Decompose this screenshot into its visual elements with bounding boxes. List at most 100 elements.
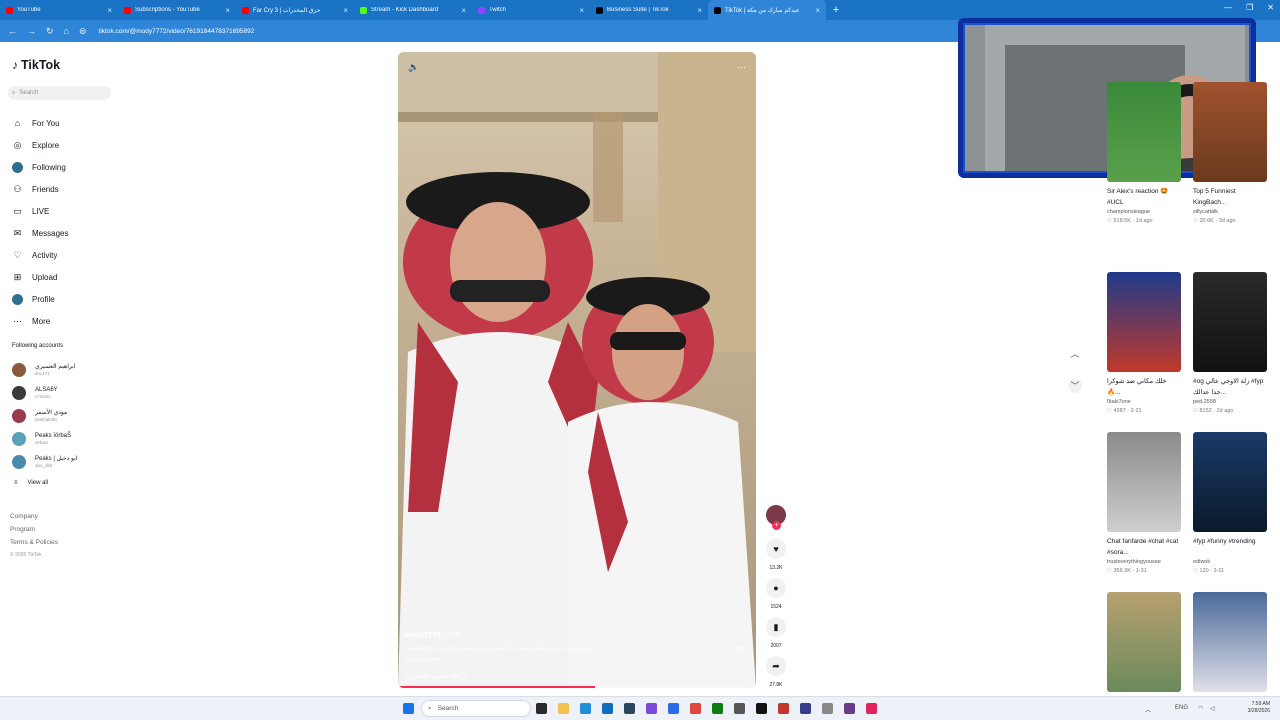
card-author[interactable]: ped.2558 xyxy=(1193,399,1267,405)
store-icon[interactable] xyxy=(602,703,613,714)
tray-chevron-icon[interactable]: ︿ xyxy=(1145,705,1151,714)
taskbar-search[interactable]: ⌕ Search xyxy=(421,700,531,717)
nav-item-friends[interactable]: ⚇ Friends xyxy=(12,178,68,200)
author-name[interactable]: mody7772 xyxy=(404,630,441,639)
card-author[interactable]: trusteverythingyousee xyxy=(1107,559,1181,565)
follow-plus-icon[interactable]: + xyxy=(772,521,781,530)
recommended-video-card[interactable]: Top 5 Funniest KingBach... sillycattalk ♡ … xyxy=(1193,82,1267,224)
video-thumbnail[interactable] xyxy=(1193,432,1267,532)
home-icon[interactable]: ⌂ xyxy=(64,26,69,36)
close-tab-icon[interactable]: × xyxy=(697,6,702,15)
browser-tab[interactable]: Subscriptions - YouTube × xyxy=(118,0,236,20)
recommended-video-card[interactable] xyxy=(1107,592,1181,692)
heart-icon[interactable]: ♥ xyxy=(766,539,786,559)
reload-icon[interactable]: ↻ xyxy=(46,26,54,37)
nav-item-live[interactable]: ▭ LIVE xyxy=(12,200,68,222)
author-avatar[interactable]: + xyxy=(765,504,787,530)
card-title[interactable]: #fyp #funny #trending xyxy=(1193,536,1267,558)
forward-icon[interactable]: → xyxy=(27,26,36,36)
app-icon-1[interactable] xyxy=(646,703,657,714)
comment-icon[interactable]: ● xyxy=(766,578,786,598)
search-input[interactable]: ⌕ Search xyxy=(8,86,111,100)
video-author[interactable]: mody7772 3-20 xyxy=(404,630,749,639)
task-view-icon[interactable] xyxy=(536,703,547,714)
browser-tab[interactable]: Business Suite | TikTok × xyxy=(590,0,708,20)
footer-program-link[interactable]: Program xyxy=(10,523,58,536)
clock[interactable]: 7:59 AM 3/28/2026 xyxy=(1248,701,1270,715)
video-thumbnail[interactable] xyxy=(1193,272,1267,372)
app-icon-7[interactable] xyxy=(844,703,855,714)
close-tab-icon[interactable]: × xyxy=(815,6,820,15)
close-tab-icon[interactable]: × xyxy=(225,6,230,15)
edge-icon[interactable] xyxy=(580,703,591,714)
nav-item-upload[interactable]: ⊞ Upload xyxy=(12,266,68,288)
video-thumbnail[interactable] xyxy=(1193,82,1267,182)
card-author[interactable]: championsleague xyxy=(1107,209,1181,215)
following-account[interactable]: ALSA6Y v7ntnss xyxy=(12,381,77,404)
card-title[interactable]: #og زلة الاوجي عالي #fyp جدا عدالك... xyxy=(1193,376,1267,398)
recommended-video-card[interactable]: خلك مكاني ضد شوكزا 🔥... 0taki7one ♡ 4387 ·… xyxy=(1107,272,1181,414)
following-account[interactable]: ابراهيم العسيري iba.171 xyxy=(12,358,77,381)
following-account[interactable]: مودي الأسمر binkhaled0 xyxy=(12,404,77,427)
windows-start-icon[interactable] xyxy=(403,703,414,714)
nav-item-profile[interactable]: ● Profile xyxy=(12,288,68,310)
app-icon-3[interactable] xyxy=(734,703,745,714)
app-icon-2[interactable] xyxy=(668,703,679,714)
browser-tab[interactable]: YouTube × xyxy=(0,0,118,20)
video-thumbnail[interactable] xyxy=(1193,592,1267,692)
app-icon-6[interactable] xyxy=(822,703,833,714)
close-tab-icon[interactable]: × xyxy=(579,6,584,15)
volume-icon[interactable]: ◁ xyxy=(1210,705,1215,712)
close-window-icon[interactable]: ✕ xyxy=(1267,3,1274,12)
file-explorer-icon[interactable] xyxy=(558,703,569,714)
steam-icon[interactable] xyxy=(624,703,635,714)
video-sound[interactable]: ♫ الصوت الأصلي - zrrt_7 xyxy=(404,673,749,680)
nav-item-more[interactable]: ⋯ More xyxy=(12,310,68,332)
recommended-video-card[interactable]: Chat fanfarde #chat #cat #sora... trustev… xyxy=(1107,432,1181,574)
wifi-icon[interactable]: ◠ xyxy=(1198,705,1203,712)
browser-tab[interactable]: Stream - Kick Dashboard × xyxy=(354,0,472,20)
close-tab-icon[interactable]: × xyxy=(343,6,348,15)
footer-terms-link[interactable]: Terms & Policies xyxy=(10,536,58,549)
minimize-icon[interactable]: — xyxy=(1224,3,1232,12)
nav-item-explore[interactable]: ◎ Explore xyxy=(12,134,68,156)
recommended-video-card[interactable]: Sir Alex's reaction 🤩 #UCL championsleagu… xyxy=(1107,82,1181,224)
like-action[interactable]: ♥ 13.2K xyxy=(764,539,788,575)
card-title[interactable]: خلك مكاني ضد شوكزا 🔥... xyxy=(1107,376,1181,398)
new-tab-icon[interactable]: + xyxy=(826,4,846,16)
video-thumbnail[interactable] xyxy=(1107,592,1181,692)
previous-video-icon[interactable]: ︿ xyxy=(1068,347,1082,361)
card-title[interactable]: Sir Alex's reaction 🤩 #UCL xyxy=(1107,186,1181,208)
app-icon-5[interactable] xyxy=(800,703,811,714)
share-action[interactable]: ➦ 27.8K xyxy=(764,656,788,692)
browser-tab[interactable]: Twitch × xyxy=(472,0,590,20)
share-icon[interactable]: ➦ xyxy=(766,656,786,676)
footer-company-link[interactable]: Company xyxy=(10,510,58,523)
url-field[interactable]: tiktok.com/@mody7772/video/7619184478371… xyxy=(99,28,255,35)
app-icon-4[interactable] xyxy=(778,703,789,714)
maximize-icon[interactable]: ❐ xyxy=(1246,3,1253,12)
nav-item-following[interactable]: ● Following xyxy=(12,156,68,178)
browser-tab[interactable]: TikTok | عيدكم مبارك من مكة × xyxy=(708,0,826,20)
video-player[interactable]: 🔈 ⋯ mody7772 3-20 عيدكم مبارك من مكة #عيد… xyxy=(398,52,756,688)
next-video-icon[interactable]: ﹀ xyxy=(1068,379,1082,393)
close-tab-icon[interactable]: × xyxy=(461,6,466,15)
recommended-video-card[interactable]: #fyp #funny #trending ediwok ♡ 120 · 3-11 xyxy=(1193,432,1267,574)
card-author[interactable]: ediwok xyxy=(1193,559,1267,565)
xbox-icon[interactable] xyxy=(712,703,723,714)
bookmark-icon[interactable]: ▮ xyxy=(766,617,786,637)
tray-lang[interactable]: ENG xyxy=(1175,705,1188,711)
video-more-icon[interactable]: ⋯ xyxy=(737,62,746,73)
card-title[interactable]: Top 5 Funniest KingBach... xyxy=(1193,186,1267,208)
back-icon[interactable]: ← xyxy=(8,26,17,36)
caption-more-button[interactable]: more xyxy=(732,646,746,652)
following-account[interactable]: Peaks ïörbaŠ iörbaS xyxy=(12,427,77,450)
author-avatar-action[interactable]: + xyxy=(764,504,788,536)
nav-item-activity[interactable]: ♡ Activity xyxy=(12,244,68,266)
mute-icon[interactable]: 🔈 xyxy=(408,62,419,73)
view-all-accounts-link[interactable]: ≡ View all xyxy=(12,473,77,493)
video-thumbnail[interactable] xyxy=(1107,432,1181,532)
video-thumbnail[interactable] xyxy=(1107,272,1181,372)
chrome-icon[interactable] xyxy=(690,703,701,714)
nav-item-for-you[interactable]: ⌂ For You xyxy=(12,112,68,134)
